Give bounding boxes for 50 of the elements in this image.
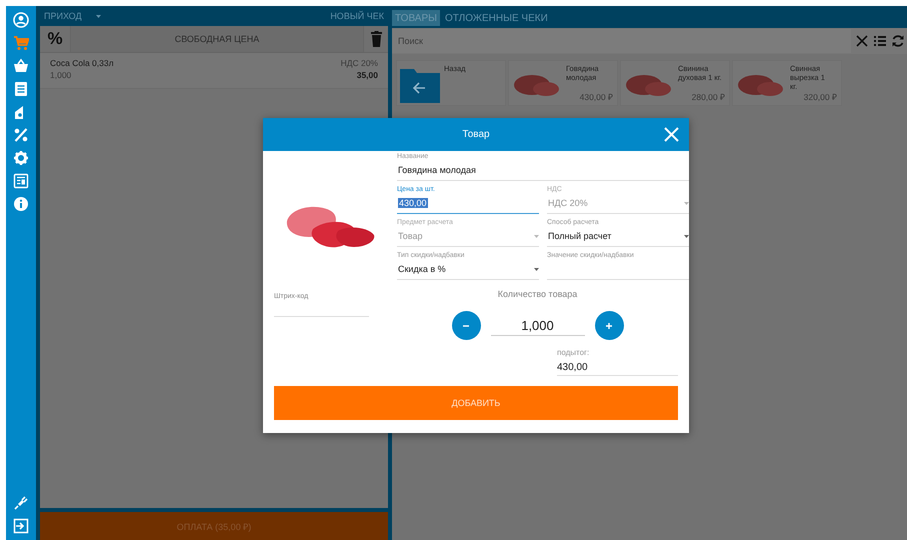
percent-icon[interactable]: [13, 127, 29, 143]
item-sum: 35,00: [356, 70, 378, 80]
caret-icon: [684, 234, 689, 238]
user-icon[interactable]: [13, 12, 29, 28]
dropdown-field[interactable]: Скидка в %: [397, 262, 539, 276]
tile-price: 280,00 ₽: [692, 91, 725, 102]
tab[interactable]: ТОВАРЫ: [392, 10, 440, 26]
caret-icon: [96, 14, 101, 18]
discount-button[interactable]: %: [40, 26, 70, 52]
free-price-button[interactable]: СВОБОДНАЯ ЦЕНА: [70, 26, 364, 52]
news-icon[interactable]: [13, 173, 29, 189]
operation-type-dropdown[interactable]: ПРИХОД: [44, 11, 82, 21]
meat-photo: [736, 72, 786, 98]
tile-price: 320,00 ₽: [804, 91, 837, 102]
list-icon[interactable]: [873, 34, 887, 48]
meat-photo: [512, 72, 562, 98]
item-vat: НДС 20%: [340, 58, 378, 68]
folder-back-icon: [400, 67, 440, 103]
name-field[interactable]: Говядина молодая: [397, 163, 689, 177]
search-field[interactable]: Поиск: [392, 29, 851, 53]
dialog-title: Товар: [462, 129, 490, 140]
basket-icon[interactable]: [13, 58, 29, 74]
caret-icon: [534, 234, 539, 238]
receipt-item[interactable]: Coca Cola 0,33л 1,000 НДС 20% 35,00: [40, 53, 388, 89]
new-receipt-link[interactable]: НОВЫЙ ЧЕК: [330, 11, 384, 21]
subtotal-value: 430,00: [557, 362, 589, 373]
trash-icon: [370, 31, 382, 47]
meat-photo: [624, 72, 674, 98]
refresh-icon[interactable]: [891, 34, 905, 48]
input-field[interactable]: 430,00: [397, 196, 539, 210]
info-icon[interactable]: [13, 196, 29, 212]
list-icon[interactable]: [13, 81, 29, 97]
caret-icon: [534, 268, 539, 270]
dropdown-field[interactable]: Полный расчет: [547, 229, 689, 243]
plug-icon[interactable]: [13, 495, 29, 511]
tab[interactable]: ОТЛОЖЕННЫЕ ЧЕКИ: [442, 10, 551, 26]
quantity-label: Количество товара: [498, 289, 578, 299]
caret-icon: [684, 202, 689, 204]
decrease-button[interactable]: [452, 311, 480, 340]
item-name: Coca Cola 0,33л: [50, 58, 114, 68]
increase-button[interactable]: [594, 311, 624, 340]
delete-button[interactable]: [364, 26, 388, 52]
gear-icon[interactable]: [13, 150, 29, 166]
plus-icon: [604, 320, 614, 330]
item-quantity: 1,000: [50, 70, 72, 80]
tile-price: 430,00 ₽: [580, 91, 613, 102]
close-icon[interactable]: [855, 34, 869, 48]
login-icon[interactable]: [13, 518, 29, 534]
add-button[interactable]: ДОБАВИТЬ: [274, 386, 678, 420]
subtotal-label: подытог:: [557, 348, 590, 357]
